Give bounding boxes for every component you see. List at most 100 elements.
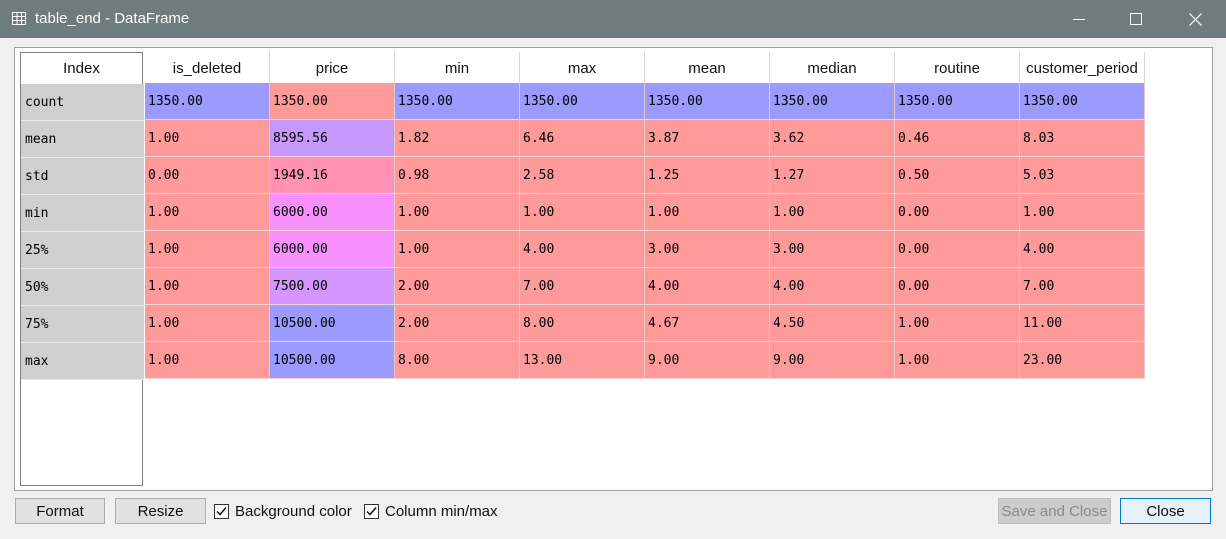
table-cell[interactable]: 1.00 bbox=[145, 120, 270, 157]
column-header[interactable]: price bbox=[270, 52, 395, 84]
table-cell[interactable]: 1.00 bbox=[770, 194, 895, 231]
table-cell[interactable]: 0.00 bbox=[895, 194, 1020, 231]
column-minmax-label: Column min/max bbox=[385, 502, 498, 520]
index-cell[interactable]: max bbox=[21, 343, 144, 380]
maximize-button[interactable] bbox=[1108, 0, 1164, 38]
table-cell[interactable]: 1350.00 bbox=[395, 83, 520, 120]
column-header[interactable]: median bbox=[770, 52, 895, 84]
table-cell[interactable]: 2.00 bbox=[395, 305, 520, 342]
table-cell[interactable]: 3.87 bbox=[645, 120, 770, 157]
table-cell[interactable]: 11.00 bbox=[1020, 305, 1145, 342]
column-header[interactable]: min bbox=[395, 52, 520, 84]
table-cell[interactable]: 10500.00 bbox=[270, 305, 395, 342]
minimize-button[interactable] bbox=[1051, 0, 1107, 38]
table-cell[interactable]: 9.00 bbox=[770, 342, 895, 379]
table-cell[interactable]: 0.46 bbox=[895, 120, 1020, 157]
table-cell[interactable]: 1949.16 bbox=[270, 157, 395, 194]
index-cell[interactable]: 25% bbox=[21, 232, 144, 269]
format-button[interactable]: Format bbox=[15, 498, 105, 524]
column-header[interactable]: max bbox=[520, 52, 645, 84]
index-cell[interactable]: count bbox=[21, 84, 144, 121]
table-cell[interactable]: 1350.00 bbox=[645, 83, 770, 120]
table-cell[interactable]: 7.00 bbox=[520, 268, 645, 305]
column-header[interactable]: mean bbox=[645, 52, 770, 84]
table-cell[interactable]: 0.00 bbox=[145, 157, 270, 194]
table-cell[interactable]: 3.62 bbox=[770, 120, 895, 157]
table-cell[interactable]: 4.50 bbox=[770, 305, 895, 342]
table-cell[interactable]: 1.00 bbox=[395, 231, 520, 268]
table-cell[interactable]: 1.25 bbox=[645, 157, 770, 194]
table-cell[interactable]: 1350.00 bbox=[270, 83, 395, 120]
table-cell[interactable]: 3.00 bbox=[645, 231, 770, 268]
table-cell[interactable]: 1.00 bbox=[395, 194, 520, 231]
table-cell[interactable]: 1.00 bbox=[895, 342, 1020, 379]
background-color-checkbox[interactable]: Background color bbox=[214, 500, 352, 522]
title-bar: table_end - DataFrame bbox=[0, 0, 1226, 38]
table-cell[interactable]: 0.98 bbox=[395, 157, 520, 194]
table-cell[interactable]: 1.00 bbox=[1020, 194, 1145, 231]
maximize-icon bbox=[1130, 13, 1142, 25]
table-cell[interactable]: 3.00 bbox=[770, 231, 895, 268]
index-cell[interactable]: mean bbox=[21, 121, 144, 158]
table-cell[interactable]: 2.58 bbox=[520, 157, 645, 194]
table-cell[interactable]: 4.00 bbox=[770, 268, 895, 305]
table-cell[interactable]: 1350.00 bbox=[770, 83, 895, 120]
checkbox-box[interactable] bbox=[214, 503, 229, 519]
table-cell[interactable]: 1350.00 bbox=[1020, 83, 1145, 120]
table-cell[interactable]: 6000.00 bbox=[270, 231, 395, 268]
checkbox-box[interactable] bbox=[364, 503, 379, 519]
table-cell[interactable]: 0.00 bbox=[895, 268, 1020, 305]
index-cell[interactable]: 75% bbox=[21, 306, 144, 343]
index-cell[interactable]: min bbox=[21, 195, 144, 232]
close-button[interactable]: Close bbox=[1120, 498, 1211, 524]
table-cell[interactable]: 4.00 bbox=[645, 268, 770, 305]
table-cell[interactable]: 13.00 bbox=[520, 342, 645, 379]
table-cell[interactable]: 8595.56 bbox=[270, 120, 395, 157]
table-cell[interactable]: 1.00 bbox=[645, 194, 770, 231]
table-cell[interactable]: 23.00 bbox=[1020, 342, 1145, 379]
table-cell[interactable]: 1.00 bbox=[145, 268, 270, 305]
table-cell[interactable]: 4.00 bbox=[520, 231, 645, 268]
table-cell[interactable]: 4.67 bbox=[645, 305, 770, 342]
table-cell[interactable]: 2.00 bbox=[395, 268, 520, 305]
column-header[interactable]: is_deleted bbox=[145, 52, 270, 84]
index-column[interactable]: Index count mean std min 25% 50% 75% max bbox=[20, 52, 144, 486]
column-header[interactable]: routine bbox=[895, 52, 1020, 84]
table-cell[interactable]: 7500.00 bbox=[270, 268, 395, 305]
table-cell[interactable]: 1.00 bbox=[895, 305, 1020, 342]
table-cell[interactable]: 8.00 bbox=[395, 342, 520, 379]
table-cell[interactable]: 1.00 bbox=[145, 231, 270, 268]
table-cell[interactable]: 10500.00 bbox=[270, 342, 395, 379]
table-cell[interactable]: 9.00 bbox=[645, 342, 770, 379]
table-icon bbox=[12, 12, 26, 25]
resize-button[interactable]: Resize bbox=[115, 498, 206, 524]
column-header[interactable]: customer_period bbox=[1020, 52, 1145, 84]
table-cell[interactable]: 6.46 bbox=[520, 120, 645, 157]
dataframe-table[interactable]: Index count mean std min 25% 50% 75% max is_del… bbox=[14, 47, 1213, 491]
index-header[interactable]: Index bbox=[21, 53, 142, 85]
close-window-button[interactable] bbox=[1167, 0, 1223, 38]
table-cell[interactable]: 4.00 bbox=[1020, 231, 1145, 268]
table-cell[interactable]: 7.00 bbox=[1020, 268, 1145, 305]
table-cell[interactable]: 1.00 bbox=[145, 342, 270, 379]
table-cell[interactable]: 1.00 bbox=[520, 194, 645, 231]
table-cell[interactable]: 1.27 bbox=[770, 157, 895, 194]
table-cell[interactable]: 0.00 bbox=[895, 231, 1020, 268]
table-cell[interactable]: 0.50 bbox=[895, 157, 1020, 194]
checkmark-icon bbox=[216, 506, 227, 516]
table-cell[interactable]: 1350.00 bbox=[895, 83, 1020, 120]
table-cell[interactable]: 1350.00 bbox=[145, 83, 270, 120]
index-cell[interactable]: std bbox=[21, 158, 144, 195]
table-cell[interactable]: 1.82 bbox=[395, 120, 520, 157]
table-cell[interactable]: 1.00 bbox=[145, 305, 270, 342]
background-color-label: Background color bbox=[235, 502, 352, 520]
index-cell[interactable]: 50% bbox=[21, 269, 144, 306]
table-cell[interactable]: 5.03 bbox=[1020, 157, 1145, 194]
table-cell[interactable]: 1.00 bbox=[145, 194, 270, 231]
save-and-close-button[interactable]: Save and Close bbox=[998, 498, 1111, 524]
table-cell[interactable]: 8.03 bbox=[1020, 120, 1145, 157]
table-cell[interactable]: 6000.00 bbox=[270, 194, 395, 231]
table-cell[interactable]: 8.00 bbox=[520, 305, 645, 342]
table-cell[interactable]: 1350.00 bbox=[520, 83, 645, 120]
column-minmax-checkbox[interactable]: Column min/max bbox=[364, 500, 498, 522]
